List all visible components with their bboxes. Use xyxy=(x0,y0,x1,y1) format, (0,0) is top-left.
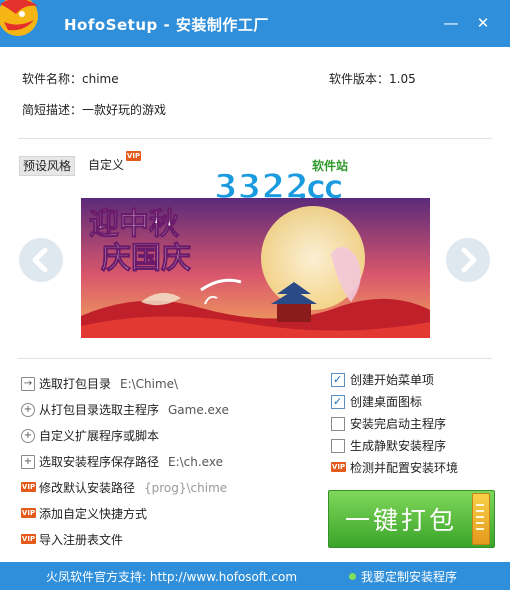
checkbox-unchecked[interactable] xyxy=(331,417,345,431)
banner-headline-2: 庆国庆 xyxy=(101,241,191,276)
close-button[interactable]: ✕ xyxy=(474,14,492,32)
option-label: 修改默认安装路径 xyxy=(39,481,136,495)
package-folder-value: E:\Chime\ xyxy=(120,377,179,391)
one-click-pack-button[interactable]: 一键打包 xyxy=(328,490,495,548)
add-icon: + xyxy=(21,403,35,417)
checkbox-checked[interactable] xyxy=(331,372,345,388)
pack-options-handle[interactable] xyxy=(472,493,490,545)
checkbox-label: 安装完启动主程序 xyxy=(350,417,447,431)
option-label: 导入注册表文件 xyxy=(39,533,124,547)
vip-badge: VIP xyxy=(126,151,141,161)
chevron-right-icon xyxy=(461,247,477,273)
output-path-value: E:\ch.exe xyxy=(168,455,223,469)
checkbox-unchecked[interactable] xyxy=(331,439,345,453)
main-program-value: Game.exe xyxy=(168,403,229,417)
divider xyxy=(18,358,492,359)
vip-badge: VIP xyxy=(21,508,36,518)
official-support-link[interactable]: 火凤软件官方支持: http://www.hofosoft.com xyxy=(46,568,297,585)
install-path-value: {prog}\chime xyxy=(144,481,228,495)
software-name[interactable]: 软件名称：chime xyxy=(22,70,119,87)
divider xyxy=(18,138,492,139)
skin-preview-image[interactable]: 迎中秋 庆国庆 xyxy=(81,198,430,338)
tab-custom[interactable]: 自定义 xyxy=(85,156,127,174)
vip-badge: VIP xyxy=(21,534,36,544)
banner-headline-1: 迎中秋 xyxy=(89,207,179,242)
software-version[interactable]: 软件版本：1.05 xyxy=(329,70,416,87)
checkbox-label: 生成静默安装程序 xyxy=(350,439,447,453)
option-label: 添加自定义快捷方式 xyxy=(39,507,148,521)
title-bar: HofoSetup - 安装制作工厂 — ✕ xyxy=(0,0,510,47)
vip-badge: VIP xyxy=(21,482,36,492)
option-label: 选取打包目录 xyxy=(39,377,112,391)
custom-installer-link[interactable]: 我要定制安装程序 xyxy=(361,568,457,585)
option-label: 自定义扩展程序或脚本 xyxy=(39,429,160,443)
option-label: 选取安装程序保存路径 xyxy=(39,455,160,469)
tab-preset-style[interactable]: 预设风格 xyxy=(19,156,76,176)
status-dot-icon xyxy=(349,573,356,580)
software-description[interactable]: 简短描述：一款好玩的游戏 xyxy=(22,101,166,118)
add-icon: + xyxy=(21,429,35,443)
option-label: 从打包目录选取主程序 xyxy=(39,403,160,417)
chevron-left-icon xyxy=(32,247,48,273)
pack-button-label: 一键打包 xyxy=(345,506,458,535)
checkbox-label: 创建开始菜单项 xyxy=(350,373,435,387)
app-title: HofoSetup - 安装制作工厂 xyxy=(64,16,269,34)
folder-arrow-icon: → xyxy=(21,377,35,391)
minimize-button[interactable]: — xyxy=(442,14,460,32)
save-path-icon: + xyxy=(21,455,35,469)
footer-bar: 火凤软件官方支持: http://www.hofosoft.com 我要定制安装… xyxy=(0,562,510,590)
vip-badge: VIP xyxy=(331,462,346,472)
phoenix-logo-icon xyxy=(0,0,38,36)
checkbox-checked[interactable] xyxy=(331,394,345,410)
watermark-caption: 软件站 xyxy=(312,158,348,173)
checkbox-label: 创建桌面图标 xyxy=(350,395,423,409)
checkbox-label: 检测并配置安装环境 xyxy=(350,461,459,475)
next-skin-button[interactable] xyxy=(446,238,490,282)
previous-skin-button[interactable] xyxy=(19,238,63,282)
